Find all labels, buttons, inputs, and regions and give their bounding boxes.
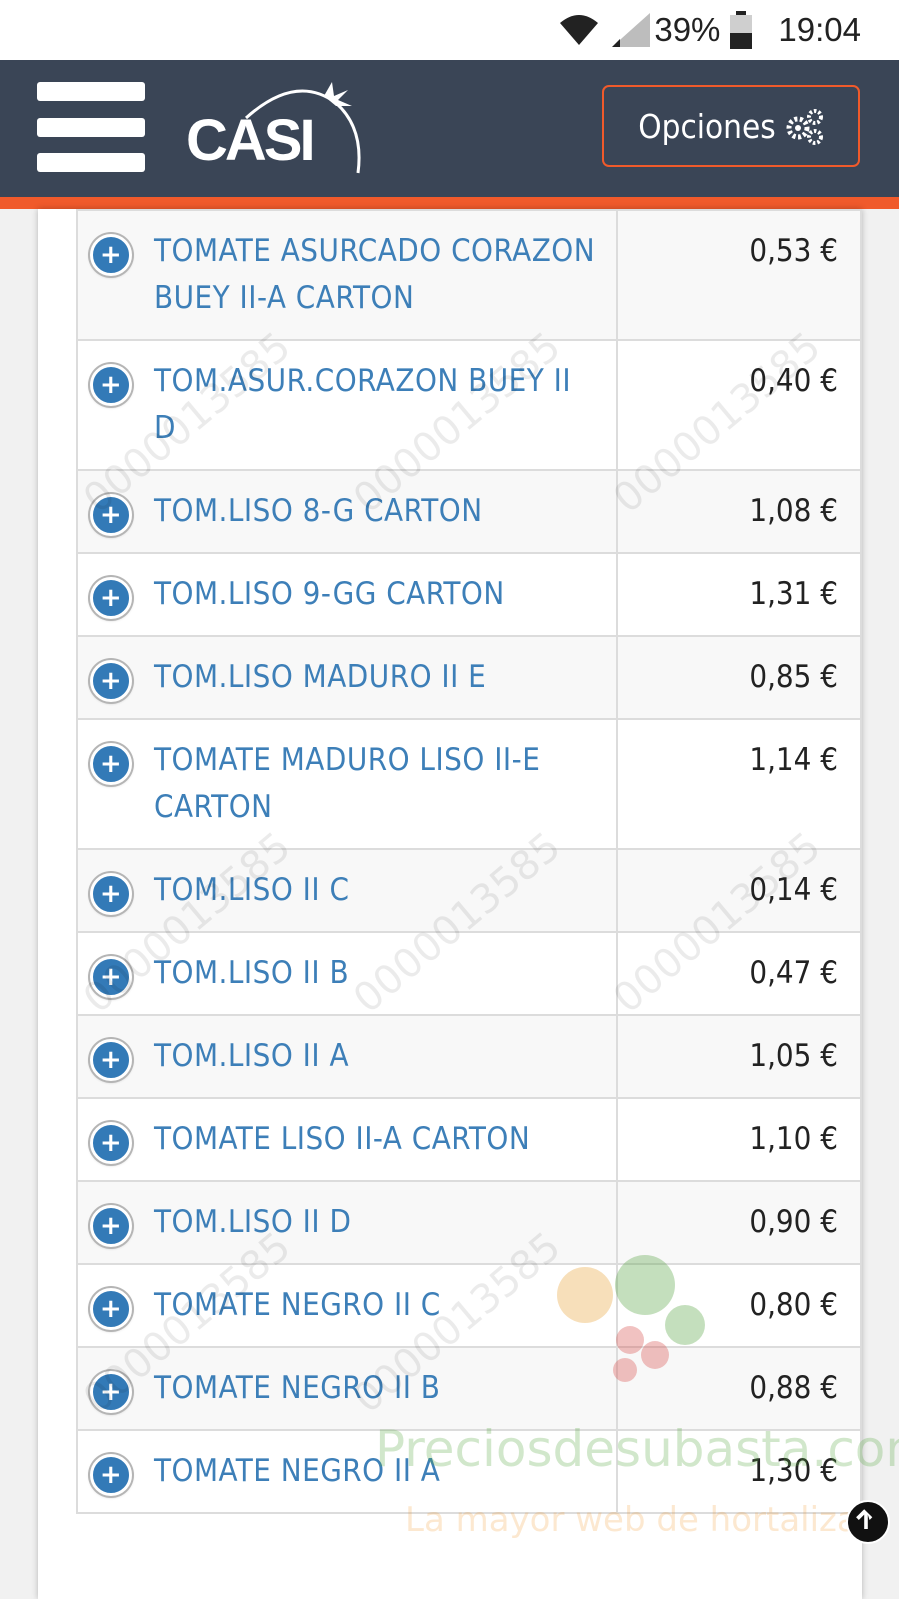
product-name-cell[interactable]: + TOM.LISO II C	[75, 848, 619, 933]
product-name[interactable]: TOMATE MADURO LISO II-E CARTON	[154, 742, 540, 825]
product-row[interactable]: + TOMATE NEGRO II A 1,30 €	[75, 1429, 862, 1514]
product-name[interactable]: TOM.ASUR.CORAZON BUEY II D	[154, 363, 571, 446]
product-price: 1,10 €	[616, 1097, 862, 1182]
product-row[interactable]: + TOM.LISO II A 1,05 €	[75, 1014, 862, 1099]
product-price: 0,88 €	[616, 1346, 862, 1431]
content-card: + TOMATE ASURCADO CORAZON BUEY II-A CARTO…	[38, 209, 862, 1599]
battery-percentage: 39%	[654, 11, 721, 48]
product-row[interactable]: + TOMATE MADURO LISO II-E CARTON 1,14 €	[75, 718, 862, 850]
menu-icon[interactable]	[37, 82, 145, 172]
expand-plus-icon[interactable]: +	[90, 364, 132, 406]
product-name-cell[interactable]: + TOM.ASUR.CORAZON BUEY II D	[75, 339, 619, 471]
expand-plus-icon[interactable]: +	[90, 1454, 132, 1496]
wifi-icon	[560, 15, 599, 45]
product-price: 0,53 €	[616, 209, 862, 341]
product-price: 0,40 €	[616, 339, 862, 471]
product-row[interactable]: + TOM.LISO MADURO II E 0,85 €	[75, 635, 862, 720]
product-name-cell[interactable]: + TOM.LISO II B	[75, 931, 619, 1016]
expand-plus-icon[interactable]: +	[90, 1122, 132, 1164]
product-price: 0,47 €	[616, 931, 862, 1016]
product-price: 0,80 €	[616, 1263, 862, 1348]
casi-logo[interactable]: CASI	[186, 78, 366, 188]
product-price: 0,85 €	[616, 635, 862, 720]
product-row[interactable]: + TOMATE LISO II-A CARTON 1,10 €	[75, 1097, 862, 1182]
price-table: + TOMATE ASURCADO CORAZON BUEY II-A CARTO…	[75, 209, 862, 1514]
product-price: 0,90 €	[616, 1180, 862, 1265]
product-row[interactable]: + TOMATE ASURCADO CORAZON BUEY II-A CARTO…	[75, 209, 862, 341]
product-name[interactable]: TOMATE ASURCADO CORAZON BUEY II-A CARTON	[154, 233, 595, 316]
product-price: 1,08 €	[616, 469, 862, 554]
expand-plus-icon[interactable]: +	[90, 1371, 132, 1413]
product-row[interactable]: + TOM.LISO II D 0,90 €	[75, 1180, 862, 1265]
expand-plus-icon[interactable]: +	[90, 1288, 132, 1330]
status-bar: 39% 19:04	[0, 0, 899, 60]
product-name[interactable]: TOMATE NEGRO II C	[154, 1287, 441, 1323]
product-name-cell[interactable]: + TOM.LISO 8-G CARTON	[75, 469, 619, 554]
product-row[interactable]: + TOM.ASUR.CORAZON BUEY II D 0,40 €	[75, 339, 862, 471]
product-name-cell[interactable]: + TOM.LISO MADURO II E	[75, 635, 619, 720]
product-name-cell[interactable]: + TOMATE ASURCADO CORAZON BUEY II-A CARTO…	[75, 209, 619, 341]
logo-text: CASI	[186, 108, 313, 173]
product-name[interactable]: TOM.LISO MADURO II E	[154, 659, 486, 695]
expand-plus-icon[interactable]: +	[90, 494, 132, 536]
product-row[interactable]: + TOMATE NEGRO II C 0,80 €	[75, 1263, 862, 1348]
product-name-cell[interactable]: + TOM.LISO II D	[75, 1180, 619, 1265]
expand-plus-icon[interactable]: +	[90, 577, 132, 619]
signal-icon	[612, 13, 651, 47]
product-row[interactable]: + TOMATE NEGRO II B 0,88 €	[75, 1346, 862, 1431]
product-price: 1,31 €	[616, 552, 862, 637]
expand-plus-icon[interactable]: +	[90, 1205, 132, 1247]
app-header: CASI Opciones	[0, 60, 899, 209]
product-name-cell[interactable]: + TOMATE MADURO LISO II-E CARTON	[75, 718, 619, 850]
product-name[interactable]: TOM.LISO 8-G CARTON	[154, 493, 483, 529]
battery-icon	[730, 11, 753, 49]
product-name[interactable]: TOM.LISO 9-GG CARTON	[154, 576, 505, 612]
expand-plus-icon[interactable]: +	[90, 1039, 132, 1081]
product-name-cell[interactable]: + TOMATE LISO II-A CARTON	[75, 1097, 619, 1182]
product-name-cell[interactable]: + TOMATE NEGRO II B	[75, 1346, 619, 1431]
gears-icon	[786, 109, 823, 145]
product-name[interactable]: TOMATE NEGRO II A	[154, 1453, 440, 1489]
expand-plus-icon[interactable]: +	[90, 743, 132, 785]
expand-plus-icon[interactable]: +	[90, 660, 132, 702]
arrow-up-icon	[856, 1509, 873, 1529]
product-price: 1,30 €	[616, 1429, 862, 1514]
expand-plus-icon[interactable]: +	[90, 873, 132, 915]
product-name[interactable]: TOM.LISO II B	[154, 955, 349, 991]
expand-plus-icon[interactable]: +	[90, 234, 132, 276]
product-name-cell[interactable]: + TOMATE NEGRO II A	[75, 1429, 619, 1514]
product-price: 1,05 €	[616, 1014, 862, 1099]
product-name-cell[interactable]: + TOM.LISO 9-GG CARTON	[75, 552, 619, 637]
options-button[interactable]: Opciones	[602, 85, 860, 167]
product-name[interactable]: TOMATE NEGRO II B	[154, 1370, 440, 1406]
product-row[interactable]: + TOM.LISO II C 0,14 €	[75, 848, 862, 933]
product-row[interactable]: + TOM.LISO 8-G CARTON 1,08 €	[75, 469, 862, 554]
product-row[interactable]: + TOM.LISO 9-GG CARTON 1,31 €	[75, 552, 862, 637]
product-name[interactable]: TOM.LISO II A	[154, 1038, 349, 1074]
product-name-cell[interactable]: + TOMATE NEGRO II C	[75, 1263, 619, 1348]
product-price: 1,14 €	[616, 718, 862, 850]
product-name[interactable]: TOM.LISO II C	[154, 872, 349, 908]
expand-plus-icon[interactable]: +	[90, 956, 132, 998]
product-name[interactable]: TOM.LISO II D	[154, 1204, 351, 1240]
product-name[interactable]: TOMATE LISO II-A CARTON	[154, 1121, 530, 1157]
product-price: 0,14 €	[616, 848, 862, 933]
product-name-cell[interactable]: + TOM.LISO II A	[75, 1014, 619, 1099]
scroll-to-top-button[interactable]	[846, 1500, 890, 1544]
options-label: Opciones	[638, 106, 776, 146]
clock: 19:04	[778, 11, 861, 48]
product-row[interactable]: + TOM.LISO II B 0,47 €	[75, 931, 862, 1016]
